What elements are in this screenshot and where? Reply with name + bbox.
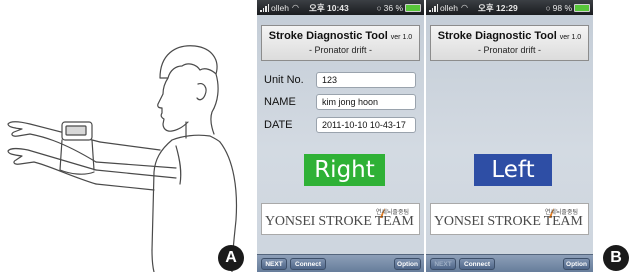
panel-b-label: B xyxy=(603,245,629,271)
date-row: DATE 2011-10-10 10-43-17 xyxy=(264,117,416,133)
app-title-box: Stroke Diagnostic Tool ver 1.0 - Pronator… xyxy=(430,25,589,61)
unit-input[interactable]: 123 xyxy=(316,72,416,88)
app-title: Stroke Diagnostic Tool xyxy=(268,30,388,42)
status-bar: olleh ◠ 오후 12:29 ○ 98 % xyxy=(426,0,593,15)
next-button[interactable]: NEXT xyxy=(430,258,456,270)
status-time: 오후 12:29 xyxy=(478,2,518,13)
panel-a-label: A xyxy=(218,245,244,271)
left-side-button[interactable]: Left xyxy=(474,154,552,186)
date-input[interactable]: 2011-10-10 10-43-17 xyxy=(316,117,416,133)
lock-icon: ○ xyxy=(376,2,382,13)
battery-percent: 36 % xyxy=(383,2,403,13)
right-side-button[interactable]: Right xyxy=(304,154,385,186)
status-bar: olleh ◠ 오후 10:43 ○ 36 % xyxy=(257,0,424,15)
option-button[interactable]: Option xyxy=(394,258,421,270)
pronator-drift-illustration xyxy=(0,0,250,273)
status-time: 오후 10:43 xyxy=(309,2,349,13)
battery-percent: 98 % xyxy=(552,2,572,13)
wifi-icon: ◠ xyxy=(291,3,299,12)
name-row: NAME kim jong hoon xyxy=(264,94,416,110)
logo-text: YONSEI STROKE TEAM xyxy=(434,214,583,229)
date-label: DATE xyxy=(264,119,293,131)
carrier-label: olleh xyxy=(440,2,458,13)
app-version: ver 1.0 xyxy=(559,34,582,41)
bottom-toolbar: NEXT Connect Option xyxy=(426,254,593,272)
bottom-toolbar: NEXT Connect Option xyxy=(257,254,424,272)
connect-button[interactable]: Connect xyxy=(290,258,326,270)
connect-button[interactable]: Connect xyxy=(459,258,495,270)
team-logo: 연세뇌졸중팀 YONSEI STROKE TEAM xyxy=(430,203,589,235)
logo-text: YONSEI STROKE TEAM xyxy=(265,214,414,229)
app-title: Stroke Diagnostic Tool xyxy=(437,30,557,42)
battery-icon xyxy=(574,3,590,12)
name-input[interactable]: kim jong hoon xyxy=(316,94,416,110)
team-logo: 연세뇌졸중팀 YONSEI STROKE TEAM xyxy=(261,203,420,235)
carrier-label: olleh xyxy=(271,2,289,13)
option-button[interactable]: Option xyxy=(563,258,590,270)
person-arms-outstretched-drawing xyxy=(7,45,238,273)
next-button[interactable]: NEXT xyxy=(261,258,287,270)
lock-icon: ○ xyxy=(545,2,551,13)
phone-screen-a: olleh ◠ 오후 10:43 ○ 36 % Stroke Diagnosti… xyxy=(257,0,424,272)
app-subtitle: - Pronator drift - xyxy=(477,45,542,55)
signal-icon xyxy=(429,3,438,12)
phone-screen-b: olleh ◠ 오후 12:29 ○ 98 % Stroke Diagnosti… xyxy=(426,0,593,272)
app-title-box: Stroke Diagnostic Tool ver 1.0 - Pronator… xyxy=(261,25,420,61)
app-subtitle: - Pronator drift - xyxy=(308,45,373,55)
wifi-icon: ◠ xyxy=(460,3,468,12)
name-label: NAME xyxy=(264,96,296,108)
unit-label: Unit No. xyxy=(264,74,304,86)
signal-icon xyxy=(260,3,269,12)
battery-icon xyxy=(405,3,421,12)
app-version: ver 1.0 xyxy=(390,34,413,41)
unit-row: Unit No. 123 xyxy=(264,72,416,88)
